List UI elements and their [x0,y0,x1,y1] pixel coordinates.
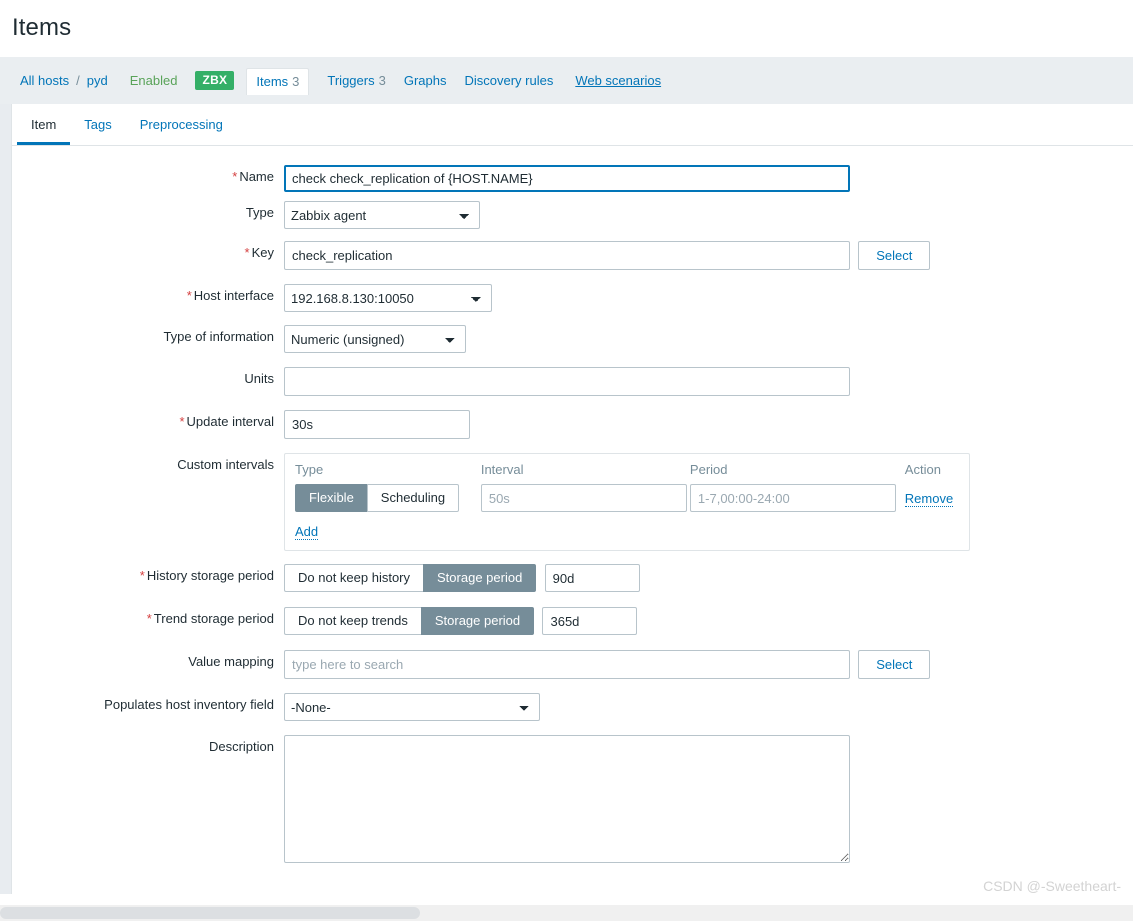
watermark: CSDN @-Sweetheart- [983,878,1121,894]
history-option-storage-period[interactable]: Storage period [423,564,537,592]
custom-intervals-header: Type Interval Period Action [295,462,959,477]
label-history-storage-period: * History storage period [139,568,274,583]
key-select-button[interactable]: Select [858,241,931,270]
custom-intervals-table: Type Interval Period Action Flexible Sch… [284,453,970,551]
label-custom-intervals: Custom intervals [177,457,274,472]
type-of-information-select[interactable]: Numeric (unsigned) [284,325,466,353]
form-row-history-storage-period: * History storage period Do not keep hist… [12,564,1133,592]
label-description: Description [208,739,274,754]
host-tab-items-count: 3 [292,74,300,89]
page-title: Items [12,14,72,41]
page-title-bar: Items [0,0,1133,57]
label-value-mapping: Value mapping [188,654,274,669]
key-input[interactable] [284,241,850,270]
label-trend-storage-period: * Trend storage period [146,611,274,626]
host-tab-items-label: Items [256,74,289,89]
trend-option-do-not-keep[interactable]: Do not keep trends [284,607,421,635]
type-select[interactable]: Zabbix agent [284,201,480,229]
custom-interval-remove-link[interactable]: Remove [904,490,954,507]
form-row-update-interval: * Update interval [12,410,1133,439]
custom-interval-type-toggle: Flexible Scheduling [295,484,460,512]
host-tab-triggers-label: Triggers [327,73,375,88]
host-inventory-field-select[interactable]: -None- [284,693,540,721]
label-host-interface: * Host interface [186,288,274,303]
form-row-host-inventory-field: Populates host inventory field -None- [12,693,1133,721]
label-units: Units [244,371,274,386]
custom-intervals-col-type: Type [295,462,324,477]
form-row-host-interface: * Host interface 192.168.8.130:10050 [12,284,1133,312]
history-storage-period-input[interactable] [544,564,640,592]
breadcrumb-host-name[interactable]: pyd [87,71,108,90]
horizontal-scrollbar-thumb[interactable] [0,907,420,919]
custom-interval-type-scheduling[interactable]: Scheduling [366,484,460,512]
form-row-type: Type Zabbix agent [12,201,1133,229]
item-form-tabs: Item Tags Preprocessing [12,104,1133,146]
app-root: Items All hosts / pyd Enabled ZBX Items 3… [0,0,1133,921]
label-key: * Key [244,245,274,260]
label-type: Type [245,205,274,220]
custom-interval-add-link[interactable]: Add [295,524,319,540]
description-textarea[interactable] [284,735,850,863]
trend-option-storage-period[interactable]: Storage period [420,607,535,635]
custom-intervals-col-period: Period [689,462,728,477]
host-status-enabled[interactable]: Enabled [130,73,178,88]
form-row-custom-intervals: Custom intervals Type Interval Period Ac… [12,453,1133,551]
form-row-trend-storage-period: * Trend storage period Do not keep trends… [12,607,1133,635]
custom-interval-period-input[interactable] [689,484,896,512]
units-input[interactable] [284,367,850,396]
value-mapping-select-button[interactable]: Select [858,650,931,679]
tab-preprocessing[interactable]: Preprocessing [126,104,237,144]
sidebar-collapsed-strip[interactable] [0,104,11,894]
custom-interval-interval-input[interactable] [480,484,687,512]
trend-storage-toggle: Do not keep trends Storage period [284,607,535,635]
item-form: *Name Type Zabbix agent *Key [12,146,1133,872]
name-input[interactable] [284,165,850,192]
tab-tags[interactable]: Tags [70,104,125,144]
required-marker-trend: * [146,611,152,626]
custom-intervals-row: Flexible Scheduling Remov [295,484,959,512]
history-storage-toggle: Do not keep history Storage period [284,564,537,592]
custom-intervals-col-interval: Interval [480,462,524,477]
label-update-interval: * Update interval [179,414,274,429]
horizontal-scrollbar[interactable] [0,905,1133,921]
required-marker-host-interface: * [186,288,192,303]
form-row-value-mapping: Value mapping Select [12,650,1133,679]
tab-item[interactable]: Item [17,104,71,145]
host-tab-web-scenarios[interactable]: Web scenarios [575,73,661,88]
form-row-units: Units [12,367,1133,396]
host-tab-triggers-count: 3 [378,73,386,88]
zbx-agent-badge[interactable]: ZBX [195,71,235,90]
host-navigation-bar: All hosts / pyd Enabled ZBX Items 3 Trigg… [0,57,1133,104]
trend-storage-period-input[interactable] [542,607,638,635]
history-option-do-not-keep[interactable]: Do not keep history [284,564,424,592]
required-marker-name: * [232,169,238,184]
breadcrumb-all-hosts[interactable]: All hosts [20,71,69,90]
custom-interval-type-flexible[interactable]: Flexible [295,484,367,512]
custom-intervals-col-action: Action [904,462,941,477]
host-tab-graphs[interactable]: Graphs [404,73,447,88]
form-row-key: *Key Select [12,241,1133,270]
label-type-of-information: Type of information [163,329,274,344]
host-tab-discovery-rules[interactable]: Discovery rules [464,73,553,88]
required-marker-history: * [139,568,145,583]
host-interface-select[interactable]: 192.168.8.130:10050 [284,284,492,312]
form-row-type-of-information: Type of information Numeric (unsigned) [12,325,1133,353]
form-row-name: * Name [12,165,1133,192]
host-tab-triggers[interactable]: Triggers 3 [327,73,385,88]
required-marker-key: * [244,245,250,260]
value-mapping-input[interactable] [284,650,850,679]
label-name: * Name [232,169,274,184]
host-tab-items[interactable]: Items 3 [246,68,310,95]
label-host-inventory-field: Populates host inventory field [104,697,274,712]
breadcrumb-separator: / [76,73,80,88]
update-interval-input[interactable] [284,410,470,439]
required-marker-update-interval: * [179,414,185,429]
item-form-card: Item Tags Preprocessing *Name Type Zabbi… [11,104,1133,894]
form-row-description: Description [12,735,1133,863]
